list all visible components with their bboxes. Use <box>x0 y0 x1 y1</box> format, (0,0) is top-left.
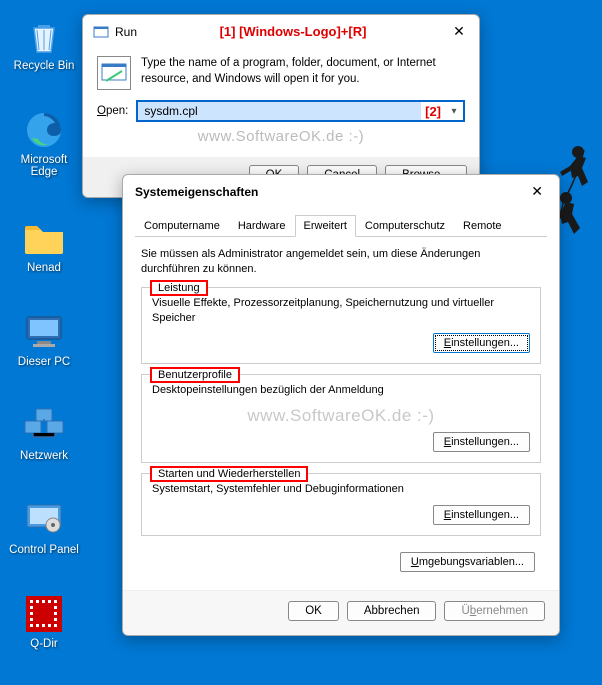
group-title-benutzerprofile: Benutzerprofile <box>150 367 240 383</box>
icon-label: Microsoft Edge <box>8 154 80 178</box>
group-starten-wiederherstellen: Starten und Wiederherstellen Systemstart… <box>141 473 541 536</box>
admin-note: Sie müssen als Administrator angemeldet … <box>141 247 541 277</box>
watermark: www.SoftwareOK.de :-) <box>152 406 530 426</box>
run-titlebar[interactable]: Run [1] [Windows-Logo]+[R] ✕ <box>83 15 479 48</box>
desktop-icon-edge[interactable]: Microsoft Edge <box>8 108 80 178</box>
desktop-icon-this-pc[interactable]: Dieser PC <box>8 310 80 368</box>
settings-button-benutzerprofile[interactable]: Einstellungen... <box>433 432 530 452</box>
run-description: Type the name of a program, folder, docu… <box>141 56 465 90</box>
run-title: Run <box>115 25 137 39</box>
icon-label: Nenad <box>8 262 80 274</box>
icon-label: Control Panel <box>8 544 80 556</box>
icon-label: Netzwerk <box>8 450 80 462</box>
icon-label: Dieser PC <box>8 356 80 368</box>
group-desc: Systemstart, Systemfehler und Debuginfor… <box>152 482 530 497</box>
tab-computerschutz[interactable]: Computerschutz <box>356 215 454 237</box>
group-desc: Desktopeinstellungen bezüglich der Anmel… <box>152 383 530 398</box>
annotation-step1: [1] [Windows-Logo]+[R] <box>137 24 449 39</box>
this-pc-icon <box>22 310 66 354</box>
tab-remote[interactable]: Remote <box>454 215 511 237</box>
qdir-icon <box>22 592 66 636</box>
group-leistung: Leistung Visuelle Effekte, Prozessorzeit… <box>141 287 541 365</box>
open-input[interactable] <box>138 102 421 120</box>
run-app-icon <box>97 56 131 90</box>
group-desc: Visuelle Effekte, Prozessorzeitplanung, … <box>152 296 530 326</box>
desktop-icon-control-panel[interactable]: Control Panel <box>8 498 80 556</box>
group-benutzerprofile: Benutzerprofile Desktopeinstellungen bez… <box>141 374 541 463</box>
env-variables-button[interactable]: Umgebungsvariablen... <box>400 552 535 572</box>
desktop-icon-qdir[interactable]: Q-Dir <box>8 592 80 650</box>
control-panel-icon <box>22 498 66 542</box>
run-icon <box>93 24 109 40</box>
chevron-down-icon[interactable]: ▾ <box>445 106 463 117</box>
run-dialog: Run [1] [Windows-Logo]+[R] ✕ Type the na… <box>82 14 480 198</box>
tab-computername[interactable]: Computername <box>135 215 229 237</box>
watermark: www.SoftwareOK.de :-) <box>97 128 465 145</box>
edge-icon <box>22 108 66 152</box>
apply-button[interactable]: Übernehmen <box>444 601 545 621</box>
icon-label: Recycle Bin <box>8 60 80 72</box>
group-title-leistung: Leistung <box>150 280 208 296</box>
icon-label: Q-Dir <box>8 638 80 650</box>
sysprop-titlebar[interactable]: Systemeigenschaften ✕ <box>123 175 559 208</box>
cancel-button[interactable]: Abbrechen <box>347 601 437 621</box>
close-button[interactable]: ✕ <box>449 23 469 40</box>
open-combobox[interactable]: [2] ▾ <box>136 100 465 122</box>
tab-hardware[interactable]: Hardware <box>229 215 295 237</box>
ok-button[interactable]: OK <box>288 601 339 621</box>
system-properties-dialog: Systemeigenschaften ✕ Computername Hardw… <box>122 174 560 636</box>
tab-erweitert[interactable]: Erweitert <box>295 215 356 237</box>
open-label: Open: <box>97 105 128 117</box>
settings-button-leistung[interactable]: Einstellungen... <box>433 333 530 353</box>
recycle-bin-icon <box>22 14 66 58</box>
network-icon <box>22 404 66 448</box>
desktop-icon-folder[interactable]: Nenad <box>8 216 80 274</box>
desktop-icon-network[interactable]: Netzwerk <box>8 404 80 462</box>
sysprop-title: Systemeigenschaften <box>135 185 527 199</box>
folder-icon <box>22 216 66 260</box>
tabs: Computername Hardware Erweitert Computer… <box>135 214 547 237</box>
annotation-step2: [2] <box>421 104 445 119</box>
close-button[interactable]: ✕ <box>527 183 547 200</box>
settings-button-starten[interactable]: Einstellungen... <box>433 505 530 525</box>
desktop-icon-recycle-bin[interactable]: Recycle Bin <box>8 14 80 72</box>
group-title-starten: Starten und Wiederherstellen <box>150 466 308 482</box>
